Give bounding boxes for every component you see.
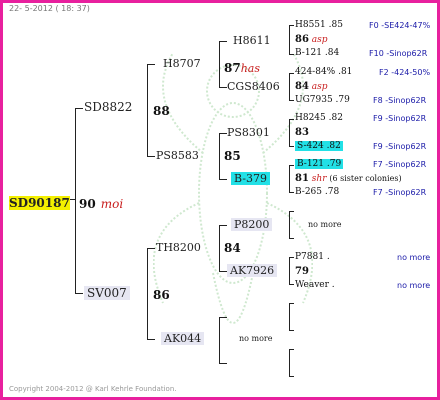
connector <box>289 284 294 285</box>
connector <box>147 248 155 249</box>
connector <box>289 257 294 258</box>
no-more-p8200: no more <box>308 220 342 229</box>
connector <box>289 211 294 212</box>
connector <box>219 363 227 364</box>
connector <box>289 349 294 350</box>
queen-sd8822[interactable]: SD8822 <box>84 100 132 114</box>
queen-h8551[interactable]: H8551 .85 <box>295 20 343 30</box>
queen-cgs8406[interactable]: CGS8406 <box>227 80 280 93</box>
connector <box>219 41 220 88</box>
line-b121b: F7 -Sinop62R <box>373 160 427 169</box>
line-h8245: F9 -Sinop62R <box>373 114 427 123</box>
connector <box>289 146 294 147</box>
queen-ps8301[interactable]: PS8301 <box>227 126 270 139</box>
queen-b379[interactable]: B-379 <box>231 172 270 185</box>
connector <box>289 303 294 304</box>
queen-weaver[interactable]: Weaver . <box>295 280 335 290</box>
line-p7881: no more <box>397 253 431 262</box>
score-h8611: 86 asp <box>295 34 328 45</box>
connector <box>219 317 227 318</box>
connector <box>147 339 155 340</box>
connector <box>219 317 220 364</box>
connector <box>219 225 220 272</box>
queen-h8707[interactable]: H8707 <box>163 57 201 70</box>
connector <box>289 303 290 331</box>
score-ps8301: 83 <box>295 127 309 138</box>
root-score: 90 moi <box>79 197 124 211</box>
queen-ps8583[interactable]: PS8583 <box>156 149 199 162</box>
score-ps8583: 85 <box>224 149 241 163</box>
connector <box>289 165 294 166</box>
connector <box>75 108 76 294</box>
date-stamp: 22- 5-2012 ( 18: 37) <box>9 4 90 13</box>
line-weaver: no more <box>397 281 431 290</box>
line-s424: F9 -Sinop62R <box>373 142 427 151</box>
connector <box>289 54 294 55</box>
connector <box>289 349 290 377</box>
connector <box>289 330 294 331</box>
score-th8200: 84 <box>224 241 241 255</box>
connector <box>289 376 294 377</box>
connector <box>289 25 294 26</box>
connector <box>289 211 290 239</box>
line-ug7935: F8 -Sinop62R <box>373 96 427 105</box>
pedigree-frame: 22- 5-2012 ( 18: 37) Copyright 2004-2012… <box>0 0 440 400</box>
connector <box>219 87 227 88</box>
connector <box>289 192 294 193</box>
queen-424[interactable]: 424-84% .81 <box>295 67 352 77</box>
connector <box>289 238 294 239</box>
root-name[interactable]: SD90187 <box>9 196 70 210</box>
connector <box>219 41 227 42</box>
line-b265: F7 -Sinop62R <box>373 188 427 197</box>
connector <box>75 108 83 109</box>
score-h8707: 87has <box>224 61 260 75</box>
connector <box>289 73 294 74</box>
queen-b265[interactable]: B-265 .78 <box>295 187 339 197</box>
connector <box>289 119 294 120</box>
queen-b121b[interactable]: B-121 .79 <box>295 159 344 169</box>
line-b121a: F10 -Sinop62R <box>369 49 428 58</box>
connector <box>289 73 290 101</box>
root-queen[interactable]: SD90187 <box>9 192 70 211</box>
queen-ak7926[interactable]: AK7926 <box>227 264 278 277</box>
queen-b121a[interactable]: B-121 .84 <box>295 48 339 58</box>
line-h8551: F0 -SE424-47% <box>369 21 431 30</box>
root-label: moi <box>100 197 124 211</box>
connector <box>219 271 227 272</box>
connector <box>289 25 290 55</box>
connector <box>219 179 227 180</box>
no-more-ak044: no more <box>239 334 273 343</box>
connector <box>289 165 290 193</box>
score-sv007: 86 <box>153 288 170 302</box>
connector <box>147 64 148 157</box>
line-424: F2 -424-50% <box>379 68 431 77</box>
connector <box>219 133 220 180</box>
connector <box>219 225 227 226</box>
connector <box>147 64 155 65</box>
connector <box>147 156 155 157</box>
connector <box>219 133 227 134</box>
queen-ak044[interactable]: AK044 <box>161 332 205 345</box>
score-cgs8406: 84 asp <box>295 81 328 92</box>
queen-s424[interactable]: S-424 .82 <box>295 141 343 151</box>
queen-h8245[interactable]: H8245 .82 <box>295 113 343 123</box>
queen-sv007[interactable]: SV007 <box>84 286 130 300</box>
queen-p7881[interactable]: P7881 . <box>295 252 330 262</box>
connector <box>289 119 290 147</box>
connector <box>75 293 83 294</box>
connector <box>147 248 148 340</box>
connector <box>289 100 294 101</box>
queen-ug7935[interactable]: UG7935 .79 <box>295 95 350 105</box>
score-ak7926: 79 <box>295 266 309 277</box>
queen-p8200[interactable]: P8200 <box>231 218 273 231</box>
copyright: Copyright 2004-2012 @ Karl Kehrle Founda… <box>9 385 177 393</box>
score-sd8822: 88 <box>153 104 170 118</box>
queen-h8611[interactable]: H8611 <box>233 34 271 47</box>
queen-th8200[interactable]: TH8200 <box>156 241 201 254</box>
connector <box>289 257 290 285</box>
score-b379: 81 shr (6 sister colonies) <box>295 173 402 184</box>
